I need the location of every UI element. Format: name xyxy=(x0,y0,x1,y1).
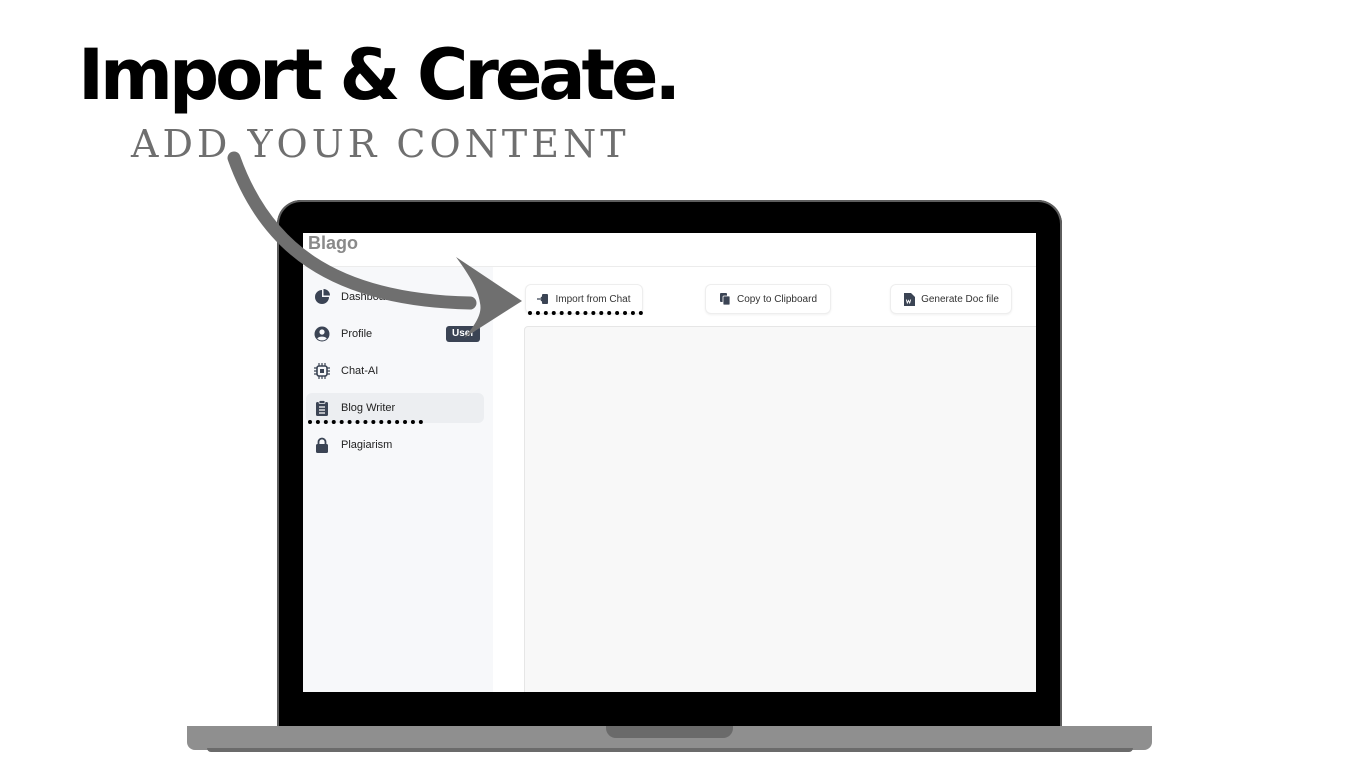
chip-icon xyxy=(313,362,331,380)
import-icon xyxy=(537,293,549,305)
copy-to-clipboard-button[interactable]: Copy to Clipboard xyxy=(705,284,831,314)
generate-doc-file-label: Generate Doc file xyxy=(921,293,999,305)
brand-logo[interactable]: Blago xyxy=(308,233,358,254)
sidebar-item-chat-ai[interactable]: Chat-AI xyxy=(306,356,484,386)
highlight-underline-import xyxy=(528,311,643,315)
sidebar: Dashboard Profile User Chat-AI Blog Writ… xyxy=(303,267,493,692)
sidebar-item-label: Blog Writer xyxy=(341,402,396,414)
lock-icon xyxy=(313,436,331,454)
copy-icon xyxy=(719,293,731,305)
laptop-notch xyxy=(606,726,733,738)
sidebar-item-profile[interactable]: Profile User xyxy=(306,319,484,349)
sidebar-item-label: Dashboard xyxy=(341,291,395,303)
pie-chart-icon xyxy=(313,288,331,306)
sidebar-item-plagiarism[interactable]: Plagiarism xyxy=(306,430,484,460)
import-from-chat-label: Import from Chat xyxy=(555,293,631,305)
hero-title: Import & Create. xyxy=(78,34,681,116)
laptop-base-shadow xyxy=(207,748,1133,752)
user-circle-icon xyxy=(313,325,331,343)
generate-doc-file-button[interactable]: Generate Doc file xyxy=(890,284,1012,314)
copy-to-clipboard-label: Copy to Clipboard xyxy=(736,293,818,305)
highlight-underline-blog-writer xyxy=(308,420,423,424)
sidebar-item-blog-writer[interactable]: Blog Writer xyxy=(306,393,484,423)
sidebar-item-dashboard[interactable]: Dashboard xyxy=(306,282,484,312)
sidebar-item-label: Plagiarism xyxy=(341,439,393,451)
sidebar-item-label: Profile xyxy=(341,328,373,340)
sidebar-item-label: Chat-AI xyxy=(341,365,379,377)
blog-editor-area[interactable] xyxy=(524,326,1036,692)
app-screen: Blago Dashboard Profile User Chat-AI Blo… xyxy=(303,233,1036,692)
hero-subtitle: ADD YOUR CONTENT xyxy=(131,122,630,166)
role-badge: User xyxy=(446,326,480,342)
clipboard-list-icon xyxy=(313,399,331,417)
import-from-chat-button[interactable]: Import from Chat xyxy=(525,284,643,314)
word-file-icon xyxy=(903,292,915,306)
